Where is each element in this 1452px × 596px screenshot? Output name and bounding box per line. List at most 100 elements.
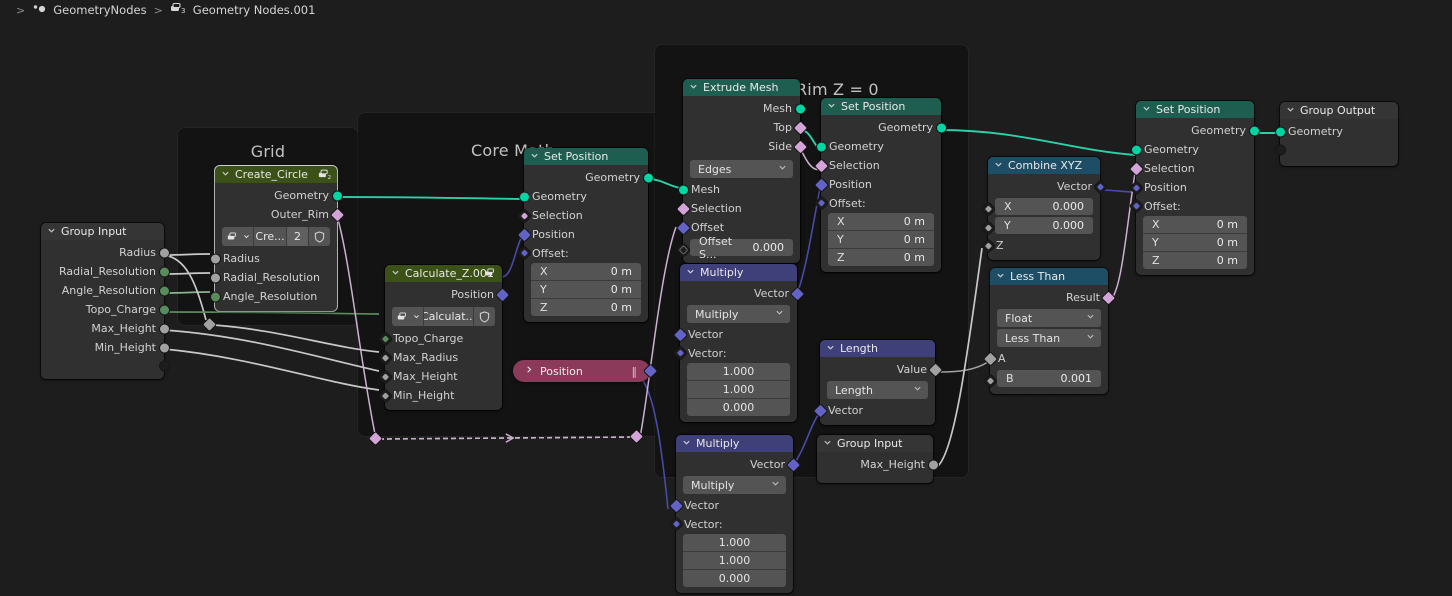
socket-row-spc-geometry-out[interactable]: Geometry xyxy=(524,168,653,187)
socket-go-geometry-in[interactable] xyxy=(1275,127,1285,136)
node-header-set-position-mid[interactable]: Set Position xyxy=(821,98,941,115)
node-length[interactable]: Length Value Length Vector xyxy=(813,340,942,425)
mb-value-x[interactable]: 1.000 xyxy=(683,534,786,552)
chevron-down-icon[interactable] xyxy=(827,100,836,113)
mt-value-y[interactable]: 1.000 xyxy=(687,381,790,399)
socket-radius[interactable] xyxy=(159,248,169,257)
chevron-down-icon[interactable] xyxy=(823,437,832,450)
socket-spr-selection-in[interactable] xyxy=(1129,162,1143,175)
socket-cc-geometry-out[interactable] xyxy=(332,191,342,200)
chevron-down-icon[interactable] xyxy=(682,437,691,450)
lt-b-field[interactable]: B 0.001 xyxy=(997,370,1101,387)
node-multiply-bottom[interactable]: Multiply Vector Multiply Vector Vector: … xyxy=(669,435,800,593)
socket-spr-position-in[interactable] xyxy=(1129,181,1143,194)
less-than-datatype-dropdown[interactable]: Float xyxy=(997,309,1101,327)
cxyz-y-field[interactable]: Y 0.000 xyxy=(995,217,1093,234)
socket-row-spr-offset[interactable]: Offset: xyxy=(1129,197,1254,215)
node-set-position-right[interactable]: Set Position Geometry Geometry Selection xyxy=(1129,101,1259,275)
socket-row-spr-geometry-out[interactable]: Geometry xyxy=(1136,121,1259,140)
chevron-down-icon[interactable] xyxy=(775,308,784,320)
socket-row-go-geometry-in[interactable]: Geometry xyxy=(1275,122,1398,141)
node-set-position-core[interactable]: Set Position Geometry Geometry Selection xyxy=(517,148,653,322)
node-set-position-mid[interactable]: Set Position Geometry Geometry Selection xyxy=(814,98,946,272)
socket-spm-geometry-out[interactable] xyxy=(936,123,946,132)
socket-mb-vector-in-1[interactable] xyxy=(669,499,683,512)
mb-value-z[interactable]: 0.000 xyxy=(683,570,786,587)
mb-value-y[interactable]: 1.000 xyxy=(683,552,786,570)
extrude-mode-dropdown[interactable]: Edges xyxy=(690,160,793,178)
socket-lt-result-out[interactable] xyxy=(1101,291,1115,304)
chevron-down-icon[interactable] xyxy=(1286,104,1295,117)
socket-row-lt-result-out[interactable]: Result xyxy=(990,288,1115,307)
socket-row-spr-selection[interactable]: Selection xyxy=(1129,159,1254,178)
node-header-set-position-right[interactable]: Set Position xyxy=(1136,101,1254,118)
datablock-name-calculate-z[interactable]: Calculat... xyxy=(423,307,473,326)
node-header-set-position-core[interactable]: Set Position xyxy=(524,148,648,165)
socket-row-mt-vector-in-1[interactable]: Vector xyxy=(673,325,797,344)
vector-field-spr-offset[interactable]: X 0 m Y 0 m Z 0 m xyxy=(1143,216,1247,269)
shield-icon[interactable] xyxy=(308,227,330,246)
socket-row-mb-vector-in-2[interactable]: Vector: xyxy=(669,515,793,533)
chevron-down-icon[interactable] xyxy=(994,159,1003,172)
socket-row-cc-radial-resolution[interactable]: Radial_Resolution xyxy=(210,268,337,287)
breadcrumb-item-modifier[interactable]: 3 Geometry Nodes.001 xyxy=(170,2,315,18)
node-header-calculate-z[interactable]: Calculate_Z.001 xyxy=(385,265,502,282)
node-header-group-input-max-height[interactable]: Group Input xyxy=(817,435,933,452)
node-header-create-circle[interactable]: Create_Circle 2 xyxy=(215,166,337,183)
node-less-than[interactable]: Less Than Result Float Less Than A B 0.0… xyxy=(983,268,1115,394)
socket-row-max-height[interactable]: Max_Height xyxy=(41,319,169,338)
socket-row-len-value-out[interactable]: Value xyxy=(820,360,942,379)
shield-icon[interactable] xyxy=(473,307,495,326)
node-header-length[interactable]: Length xyxy=(820,340,935,357)
vector-field-spm-offset[interactable]: X 0 m Y 0 m Z 0 m xyxy=(828,213,934,266)
chevron-down-icon[interactable] xyxy=(826,342,835,355)
chevron-down-icon[interactable] xyxy=(47,225,56,238)
socket-row-gimh-max-height[interactable]: Max_Height xyxy=(817,455,938,474)
multiply-top-operation-dropdown[interactable]: Multiply xyxy=(687,305,790,323)
socket-mb-vector-in-2[interactable] xyxy=(669,517,683,531)
socket-row-em-mesh-in[interactable]: Mesh xyxy=(678,180,800,199)
breadcrumb-item-nodetree[interactable]: GeometryNodes xyxy=(32,3,147,18)
socket-row-spr-position[interactable]: Position xyxy=(1129,178,1254,197)
socket-cxyz-vector-out[interactable] xyxy=(1093,180,1107,193)
socket-em-mesh-out[interactable] xyxy=(795,104,805,113)
socket-cc-radial-resolution-in[interactable] xyxy=(210,273,220,282)
socket-spr-geometry-in[interactable] xyxy=(1131,145,1141,154)
socket-cc-angle-resolution-in[interactable] xyxy=(210,292,220,301)
socket-row-em-side[interactable]: Side xyxy=(683,137,807,156)
socket-row-angle-resolution[interactable]: Angle_Resolution xyxy=(41,281,169,300)
mt-value-z[interactable]: 0.000 xyxy=(687,399,790,416)
socket-em-mesh-in[interactable] xyxy=(678,185,688,194)
chevron-down-icon[interactable] xyxy=(686,266,695,279)
socket-row-spc-selection[interactable]: Selection xyxy=(517,206,648,225)
socket-row-spm-position[interactable]: Position xyxy=(814,175,941,194)
socket-lt-a-in[interactable] xyxy=(983,352,997,365)
datablock-name-create-circle[interactable]: Cre... xyxy=(253,227,286,246)
socket-row-spc-position[interactable]: Position xyxy=(517,225,648,244)
socket-row-em-top[interactable]: Top xyxy=(683,118,807,137)
socket-row-go-virtual-in[interactable] xyxy=(1275,141,1398,158)
spm-offset-y[interactable]: Y 0 m xyxy=(828,231,934,249)
socket-cxyz-z-in[interactable] xyxy=(981,239,995,252)
node-header-group-input-main[interactable]: Group Input xyxy=(41,223,164,240)
less-than-operation-dropdown[interactable]: Less Than xyxy=(997,329,1101,347)
datablock-selector-calculate-z[interactable]: Calculat... xyxy=(392,307,495,326)
node-group-output[interactable]: Group Output Geometry xyxy=(1275,102,1398,166)
chevron-right-icon[interactable] xyxy=(525,365,533,377)
socket-row-spr-geometry-in[interactable]: Geometry xyxy=(1131,140,1254,159)
socket-spr-geometry-out[interactable] xyxy=(1249,126,1259,135)
node-extrude-mesh[interactable]: Extrude Mesh Mesh Top Side Edges Mesh Se… xyxy=(676,79,807,263)
node-header-less-than[interactable]: Less Than xyxy=(990,268,1108,285)
socket-gimh-max-height-out[interactable] xyxy=(928,460,938,469)
multiply-top-vector-values[interactable]: 1.000 1.000 0.000 xyxy=(687,363,790,416)
socket-spm-geometry-in[interactable] xyxy=(816,142,826,151)
node-header-extrude-mesh[interactable]: Extrude Mesh xyxy=(683,79,800,96)
chevron-down-icon[interactable] xyxy=(771,479,780,491)
chevron-down-icon[interactable] xyxy=(1142,103,1151,116)
node-position-collapsed[interactable]: Position ‖ xyxy=(513,360,657,382)
socket-row-cc-angle-resolution[interactable]: Angle_Resolution xyxy=(210,287,337,306)
cxyz-x-row[interactable]: X 0.000 xyxy=(981,198,1100,216)
socket-cxyz-y-in[interactable] xyxy=(981,221,995,235)
chevron-down-icon[interactable] xyxy=(996,270,1005,283)
socket-max-height[interactable] xyxy=(159,324,169,333)
